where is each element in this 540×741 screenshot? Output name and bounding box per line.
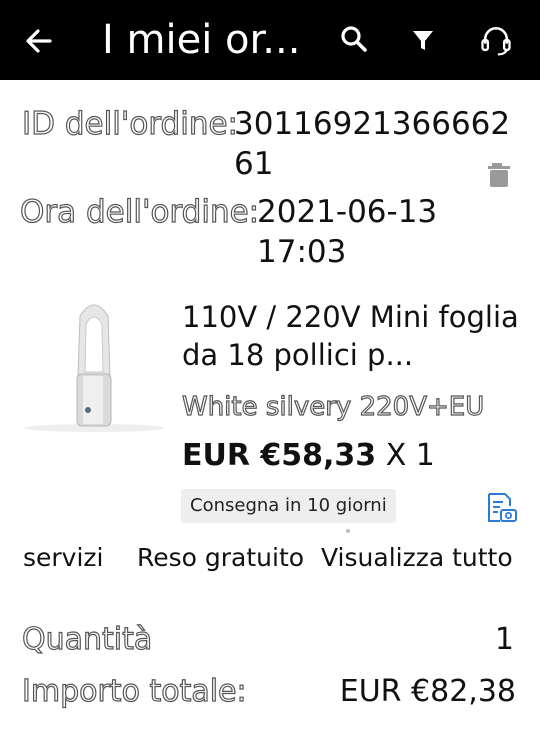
fan-image [24,304,164,432]
product-title[interactable]: 110V / 220V Mini foglia da 18 pollici p.… [182,298,522,374]
page-indicator-dot [346,529,350,533]
delivery-badge: Consegna in 10 giorni [181,489,396,523]
photo-review-icon[interactable] [483,490,519,526]
services-link[interactable]: servizi [23,540,104,576]
order-id-value: 3011692136666261 [234,106,511,182]
headset-icon[interactable] [478,22,514,58]
product-variant: White silvery 220V+EU [181,391,485,422]
order-id-label: ID dell'ordine: [21,105,238,142]
app-header: I miei or... [0,0,540,80]
order-time-label: Ora dell'ordine: [19,193,260,230]
quantity-value: 1 [494,622,514,657]
quantity-label: Quantità [21,621,153,657]
view-all-link[interactable]: Visualizza tutto [321,540,513,576]
trash-icon[interactable] [484,160,514,190]
product-quantity: X 1 [385,438,435,473]
total-value: EUR €82,38 [339,674,516,709]
filter-icon[interactable] [405,22,441,58]
product-image[interactable] [22,296,164,438]
total-label: Importo totale: [21,673,247,709]
product-price-line: EUR €58,33 X 1 [182,436,435,476]
back-arrow-icon[interactable] [22,24,56,58]
order-time-value: 2021-06-13 17:03 [257,194,438,270]
search-icon[interactable] [337,22,373,58]
page-title: I miei or... [102,17,301,63]
free-return-link[interactable]: Reso gratuito [137,540,304,576]
product-price: EUR €58,33 [182,438,377,473]
